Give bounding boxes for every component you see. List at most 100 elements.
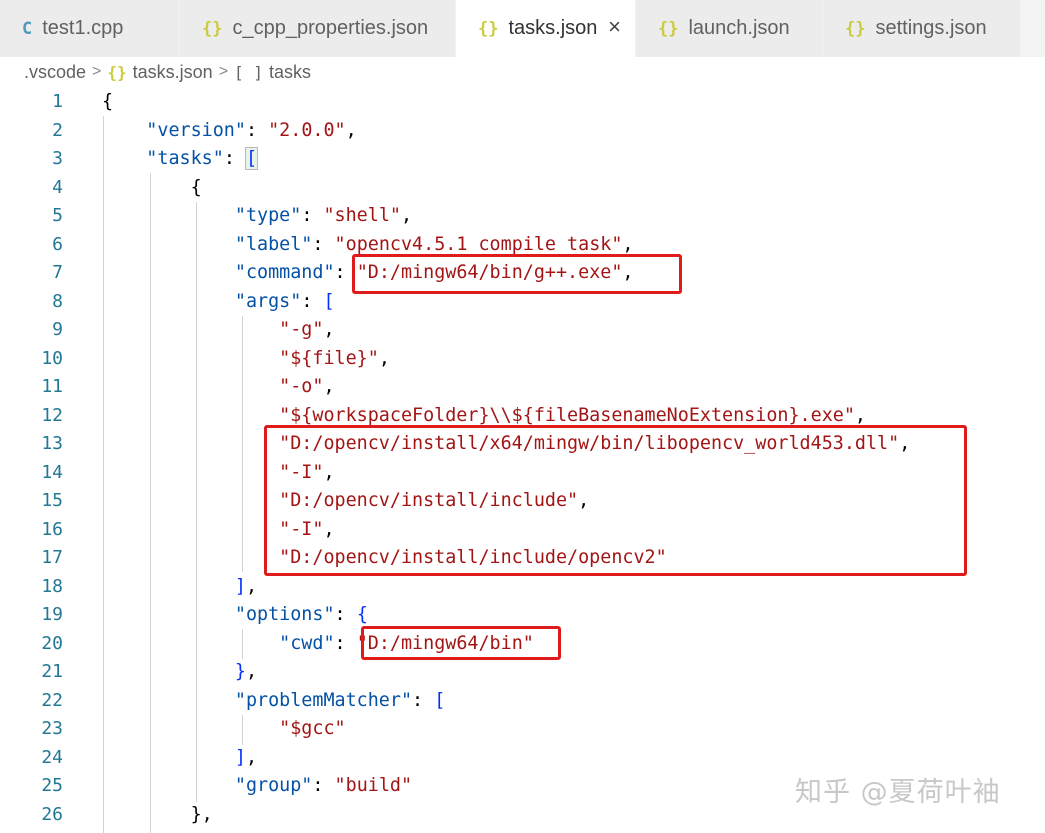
code-line: 6 "label": "opencv4.5.1 compile task", [0,231,1045,260]
code-text: "-I", [102,516,335,545]
code-text: "${workspaceFolder}\\${fileBasenameNoExt… [102,402,866,431]
code-text: "D:/opencv/install/x64/mingw/bin/libopen… [102,430,910,459]
bracket: ] [235,576,246,597]
json-string: "build" [335,775,413,796]
code-line: 4 { [0,174,1045,203]
code-editor[interactable]: 1 { 2 "version": "2.0.0", 3 "tasks": [ 4… [0,88,1045,833]
breadcrumb: .vscode > {} tasks.json > [ ] tasks [0,57,1045,87]
line-number: 19 [0,601,63,630]
code-text: "group": "build" [102,772,412,801]
code-line: 20 "cwd": "D:/mingw64/bin" [0,630,1045,659]
line-number: 22 [0,687,63,716]
code-text: "D:/opencv/install/include/opencv2" [102,544,667,573]
code-line: 1 { [0,88,1045,117]
code-text: "$gcc" [102,715,346,744]
code-text: "${file}", [102,345,390,374]
code-line: 9 "-g", [0,316,1045,345]
tab-tasks-json[interactable]: {} tasks.json × [456,0,636,57]
bracket: [ [323,291,334,312]
code-line: 3 "tasks": [ [0,145,1045,174]
json-string: "D:/mingw64/bin/g++.exe" [357,262,623,283]
breadcrumb-folder[interactable]: .vscode [24,62,86,83]
line-number: 20 [0,630,63,659]
line-number: 8 [0,288,63,317]
json-key: "cwd" [279,633,334,654]
line-number: 15 [0,487,63,516]
json-string: "-o" [279,376,323,397]
json-string: "shell" [323,205,401,226]
array-icon: [ ] [234,63,263,82]
json-file-icon: {} [845,19,865,39]
bracket: [ [246,148,257,169]
chevron-right-icon: > [219,63,228,81]
code-text: "label": "opencv4.5.1 compile task", [102,231,634,260]
tab-label: c_cpp_properties.json [232,17,428,40]
brace: } [191,804,202,825]
code-text: "-g", [102,316,335,345]
brace: { [102,91,113,112]
code-text: }, [102,801,213,830]
json-string: "-I" [279,519,323,540]
brace: { [357,604,368,625]
json-file-icon: {} [202,19,222,39]
bracket: [ [434,690,445,711]
cpp-file-icon: C [22,19,32,39]
code-line: 14 "-I", [0,459,1045,488]
tab-c-cpp-properties-json[interactable]: {} c_cpp_properties.json [180,0,456,57]
line-number: 3 [0,145,63,174]
code-line: 23 "$gcc" [0,715,1045,744]
brace: { [191,177,202,198]
code-line: 10 "${file}", [0,345,1045,374]
code-text: "-I", [102,459,335,488]
close-icon[interactable]: × [608,14,621,40]
json-string: "D:/mingw64/bin" [357,633,534,654]
json-key: "version" [146,120,246,141]
line-number: 13 [0,430,63,459]
line-number: 7 [0,259,63,288]
json-string: "$gcc" [279,718,345,739]
json-string: "2.0.0" [268,120,346,141]
code-line: 13 "D:/opencv/install/x64/mingw/bin/libo… [0,430,1045,459]
tab-bar: C test1.cpp {} c_cpp_properties.json {} … [0,0,1045,57]
code-text: "problemMatcher": [ [102,687,445,716]
line-number: 21 [0,658,63,687]
line-number: 26 [0,801,63,830]
code-text: "command": "D:/mingw64/bin/g++.exe", [102,259,634,288]
breadcrumb-file[interactable]: tasks.json [133,62,213,83]
line-number: 24 [0,744,63,773]
code-line: 18 ], [0,573,1045,602]
line-number: 25 [0,772,63,801]
json-key: "args" [235,291,301,312]
code-line: 8 "args": [ [0,288,1045,317]
line-number: 16 [0,516,63,545]
line-number: 6 [0,231,63,260]
breadcrumb-node[interactable]: tasks [269,62,311,83]
code-line: 24 ], [0,744,1045,773]
code-text: "type": "shell", [102,202,412,231]
line-number: 11 [0,373,63,402]
tab-label: tasks.json [508,17,597,40]
code-text: "version": "2.0.0", [102,117,357,146]
chevron-right-icon: > [92,63,101,81]
line-number: 5 [0,202,63,231]
tab-launch-json[interactable]: {} launch.json [636,0,823,57]
code-text: { [102,174,202,203]
line-number: 9 [0,316,63,345]
code-line: 21 }, [0,658,1045,687]
tab-test1-cpp[interactable]: C test1.cpp [0,0,180,57]
line-number: 18 [0,573,63,602]
code-text: "tasks": [ [102,145,257,174]
code-text: "D:/opencv/install/include", [102,487,589,516]
tab-settings-json[interactable]: {} settings.json [823,0,1021,57]
tab-label: launch.json [688,17,789,40]
json-string: "D:/opencv/install/include" [279,490,578,511]
line-number: 23 [0,715,63,744]
code-line: 17 "D:/opencv/install/include/opencv2" [0,544,1045,573]
line-number: 12 [0,402,63,431]
code-line: 15 "D:/opencv/install/include", [0,487,1045,516]
line-number: 14 [0,459,63,488]
json-string: "D:/opencv/install/x64/mingw/bin/libopen… [279,433,899,454]
code-text: }, [102,658,257,687]
line-number: 1 [0,88,63,117]
json-file-icon: {} [478,19,498,39]
